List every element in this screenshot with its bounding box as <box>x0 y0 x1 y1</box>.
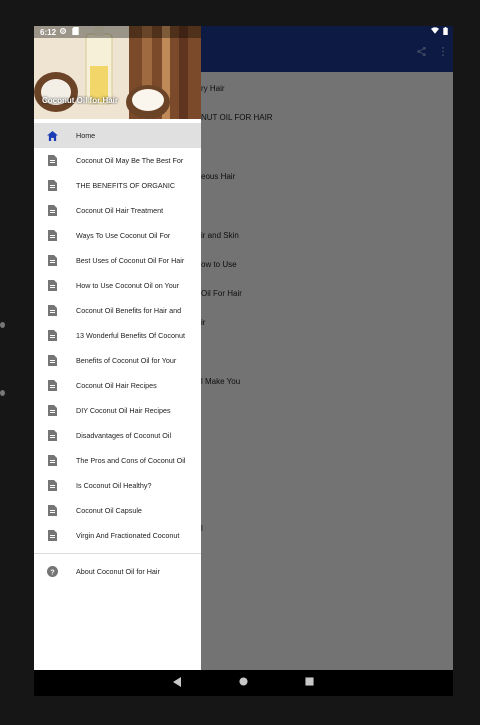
drawer-item[interactable]: Best Uses of Coconut Oil For Hair <box>34 248 201 273</box>
drawer-item-label: About Coconut Oil for Hair <box>76 567 160 576</box>
drawer-item-label: Best Uses of Coconut Oil For Hair <box>76 256 185 265</box>
battery-icon <box>443 27 448 37</box>
drawer-divider <box>34 553 201 554</box>
edge-indicator <box>0 390 5 396</box>
drawer-item-label: Coconut Oil Hair Recipes <box>76 381 157 390</box>
document-icon <box>47 280 58 291</box>
drawer-item[interactable]: Disadvantages of Coconut Oil <box>34 423 201 448</box>
home-icon <box>47 130 58 141</box>
document-icon <box>47 480 58 491</box>
drawer-item[interactable]: Coconut Oil Hair Treatment <box>34 198 201 223</box>
status-left-icons <box>59 27 79 37</box>
document-icon <box>47 530 58 541</box>
drawer-item[interactable]: How to Use Coconut Oil on Your <box>34 273 201 298</box>
drawer-item[interactable]: THE BENEFITS OF ORGANIC <box>34 173 201 198</box>
drawer-item[interactable]: Coconut Oil Benefits for Hair and <box>34 298 201 323</box>
drawer-title: Coconut Oil for Hair <box>42 96 118 105</box>
drawer-item[interactable]: Ways To Use Coconut Oil For <box>34 223 201 248</box>
drawer-item-label: Virgin And Fractionated Coconut <box>76 531 180 540</box>
drawer-item-label: THE BENEFITS OF ORGANIC <box>76 181 176 190</box>
sd-card-icon <box>72 27 79 37</box>
drawer-item-label: Disadvantages of Coconut Oil <box>76 431 172 440</box>
document-icon <box>47 155 58 166</box>
drawer-item-label: Ways To Use Coconut Oil For <box>76 231 171 240</box>
wifi-icon <box>431 27 439 37</box>
drawer-item-label: Is Coconut Oil Healthy? <box>76 481 152 490</box>
document-icon <box>47 430 58 441</box>
document-icon <box>47 405 58 416</box>
svg-text:?: ? <box>50 567 55 576</box>
drawer-item[interactable]: Benefits of Coconut Oil for Your <box>34 348 201 373</box>
drawer-item-label: DIY Coconut Oil Hair Recipes <box>76 406 171 415</box>
drawer-item[interactable]: The Pros and Cons of Coconut Oil <box>34 448 201 473</box>
drawer-item[interactable]: Is Coconut Oil Healthy? <box>34 473 201 498</box>
status-right-icons <box>431 27 448 37</box>
drawer-item[interactable]: Coconut Oil Hair Recipes <box>34 373 201 398</box>
header-image <box>34 26 201 119</box>
drawer-item[interactable]: Coconut Oil May Be The Best For <box>34 148 201 173</box>
drawer-item[interactable]: DIY Coconut Oil Hair Recipes <box>34 398 201 423</box>
drawer-item[interactable]: 13 Wonderful Benefits Of Coconut <box>34 323 201 348</box>
system-navigation-bar <box>34 670 453 696</box>
document-icon <box>47 455 58 466</box>
drawer-item[interactable]: Coconut Oil Capsule <box>34 498 201 523</box>
device-screen: ry HairNUT OIL FOR HAIReous Hairir and S… <box>34 26 453 696</box>
drawer-menu: Home Coconut Oil May Be The Best For THE B… <box>34 123 201 584</box>
document-icon <box>47 330 58 341</box>
drawer-item-home[interactable]: Home <box>34 123 201 148</box>
document-icon <box>47 230 58 241</box>
document-icon <box>47 355 58 366</box>
drawer-item-label: Benefits of Coconut Oil for Your <box>76 356 177 365</box>
status-time: 6:12 <box>40 28 57 37</box>
document-icon <box>47 380 58 391</box>
drawer-item-label: 13 Wonderful Benefits Of Coconut <box>76 331 185 340</box>
help-icon: ? <box>47 566 58 577</box>
document-icon <box>47 205 58 216</box>
document-icon <box>47 255 58 266</box>
drawer-item-label: Coconut Oil Capsule <box>76 506 142 515</box>
status-bar: 6:12 <box>34 26 453 38</box>
document-icon <box>47 180 58 191</box>
back-icon[interactable] <box>173 676 182 690</box>
drawer-item-label: The Pros and Cons of Coconut Oil <box>76 456 186 465</box>
document-icon <box>47 505 58 516</box>
settings-icon <box>59 27 67 37</box>
drawer-item-label: Home <box>76 131 96 140</box>
drawer-item-about[interactable]: ? About Coconut Oil for Hair <box>34 559 201 584</box>
drawer-item-label: How to Use Coconut Oil on Your <box>76 281 180 290</box>
drawer-item[interactable]: Virgin And Fractionated Coconut <box>34 523 201 548</box>
recents-icon[interactable] <box>305 677 314 689</box>
drawer-item-label: Coconut Oil Benefits for Hair and <box>76 306 182 315</box>
drawer-item-label: Coconut Oil Hair Treatment <box>76 206 164 215</box>
drawer-item-label: Coconut Oil May Be The Best For <box>76 156 184 165</box>
edge-indicator <box>0 322 5 328</box>
document-icon <box>47 305 58 316</box>
drawer-header: Coconut Oil for Hair <box>34 26 201 119</box>
navigation-drawer: Coconut Oil for Hair Home Coconut Oil May… <box>34 26 201 670</box>
home-button-icon[interactable] <box>239 677 248 689</box>
